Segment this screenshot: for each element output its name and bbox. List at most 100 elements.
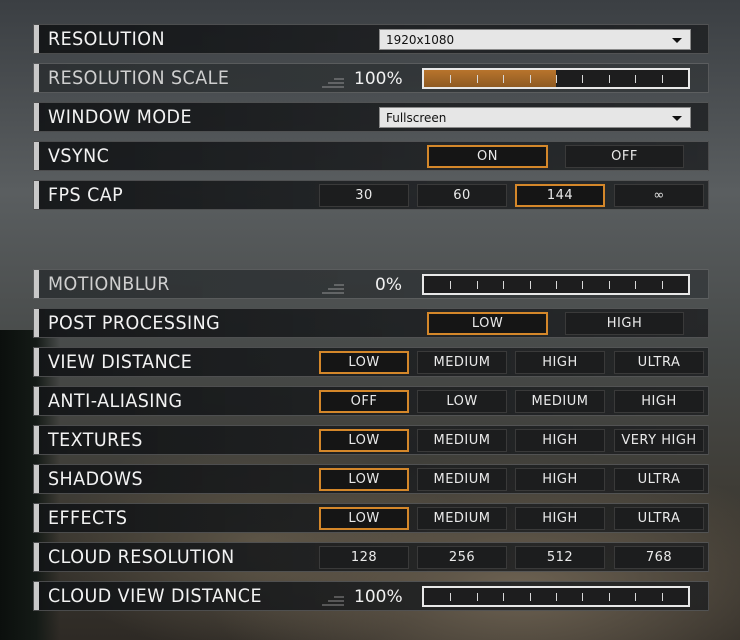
cloud-view-distance-value: 100%	[354, 587, 403, 607]
slider-tick	[450, 593, 452, 601]
effects-option-medium[interactable]: MEDIUM	[417, 507, 507, 530]
row-textures: TEXTURES LOW MEDIUM HIGH VERY HIGH	[33, 425, 709, 455]
bars-icon	[322, 592, 344, 606]
row-post-processing: POST PROCESSING LOW HIGH	[33, 308, 709, 338]
motion-blur-label: MOTIONBLUR	[48, 273, 170, 295]
window-mode-value: Fullscreen	[386, 111, 447, 125]
slider-tick	[503, 75, 505, 83]
post-processing-option-high[interactable]: HIGH	[565, 312, 684, 335]
textures-option-very-high[interactable]: VERY HIGH	[614, 429, 704, 452]
fps-option-144[interactable]: 144	[515, 184, 605, 207]
fps-option-unlimited[interactable]: ∞	[614, 184, 704, 207]
anti-aliasing-label: ANTI-ALIASING	[48, 390, 183, 412]
shadows-label: SHADOWS	[48, 468, 144, 490]
anti-aliasing-option-high[interactable]: HIGH	[614, 390, 704, 413]
chevron-down-icon	[672, 116, 682, 121]
resolution-scale-label: RESOLUTION SCALE	[48, 67, 230, 89]
slider-fill	[424, 70, 556, 87]
fps-cap-label: FPS CAP	[48, 184, 124, 206]
row-effects: EFFECTS LOW MEDIUM HIGH ULTRA	[33, 503, 709, 533]
view-distance-option-medium[interactable]: MEDIUM	[417, 351, 507, 374]
bars-icon	[322, 74, 344, 88]
effects-label: EFFECTS	[48, 507, 128, 529]
slider-tick	[582, 593, 584, 601]
slider-tick	[608, 75, 610, 83]
fps-option-60[interactable]: 60	[417, 184, 507, 207]
resolution-value: 1920x1080	[386, 33, 455, 47]
fps-option-30[interactable]: 30	[319, 184, 409, 207]
row-motion-blur: MOTIONBLUR 0%	[33, 269, 709, 299]
shadows-option-ultra[interactable]: ULTRA	[614, 468, 704, 491]
textures-option-low[interactable]: LOW	[319, 429, 409, 452]
cloud-resolution-label: CLOUD RESOLUTION	[48, 546, 235, 568]
row-cloud-resolution: CLOUD RESOLUTION 128 256 512 768	[33, 542, 709, 572]
vsync-option-on[interactable]: ON	[427, 145, 548, 168]
chevron-down-icon	[672, 38, 682, 43]
slider-tick	[556, 593, 557, 601]
motion-blur-value: 0%	[375, 275, 402, 295]
window-mode-dropdown[interactable]: Fullscreen	[379, 107, 691, 128]
slider-tick	[476, 75, 478, 83]
motion-blur-slider[interactable]	[422, 274, 690, 295]
slider-tick	[582, 281, 584, 289]
slider-tick	[635, 281, 637, 289]
row-shadows: SHADOWS LOW MEDIUM HIGH ULTRA	[33, 464, 709, 494]
effects-option-ultra[interactable]: ULTRA	[614, 507, 704, 530]
post-processing-label: POST PROCESSING	[48, 312, 221, 334]
cloud-resolution-option-128[interactable]: 128	[319, 546, 409, 569]
slider-tick	[476, 281, 478, 289]
effects-option-high[interactable]: HIGH	[515, 507, 605, 530]
slider-tick	[661, 281, 663, 289]
cloud-resolution-option-256[interactable]: 256	[417, 546, 507, 569]
resolution-scale-slider[interactable]	[422, 68, 690, 89]
row-view-distance: VIEW DISTANCE LOW MEDIUM HIGH ULTRA	[33, 347, 709, 377]
row-vsync: VSYNC ON OFF	[33, 141, 709, 171]
shadows-option-high[interactable]: HIGH	[515, 468, 605, 491]
anti-aliasing-option-medium[interactable]: MEDIUM	[515, 390, 605, 413]
slider-tick	[661, 75, 663, 83]
bars-icon	[322, 280, 344, 294]
vsync-label: VSYNC	[48, 145, 110, 167]
view-distance-option-low[interactable]: LOW	[319, 351, 409, 374]
effects-option-low[interactable]: LOW	[319, 507, 409, 530]
slider-tick	[556, 75, 557, 83]
slider-tick	[608, 593, 610, 601]
cloud-view-distance-slider[interactable]	[422, 586, 690, 607]
slider-tick	[450, 281, 452, 289]
row-fps-cap: FPS CAP 30 60 144 ∞	[33, 180, 709, 210]
view-distance-option-high[interactable]: HIGH	[515, 351, 605, 374]
textures-option-high[interactable]: HIGH	[515, 429, 605, 452]
slider-tick	[608, 281, 610, 289]
row-cloud-view-distance: CLOUD VIEW DISTANCE 100%	[33, 581, 709, 611]
row-window-mode: WINDOW MODE Fullscreen	[33, 102, 709, 132]
slider-tick	[635, 75, 637, 83]
slider-tick	[529, 75, 531, 83]
anti-aliasing-option-off[interactable]: OFF	[319, 390, 409, 413]
cloud-view-distance-label: CLOUD VIEW DISTANCE	[48, 585, 262, 607]
resolution-scale-value: 100%	[354, 69, 403, 89]
row-anti-aliasing: ANTI-ALIASING OFF LOW MEDIUM HIGH	[33, 386, 709, 416]
vsync-option-off[interactable]: OFF	[565, 145, 684, 168]
textures-label: TEXTURES	[48, 429, 143, 451]
row-resolution-scale: RESOLUTION SCALE 100%	[33, 63, 709, 93]
slider-tick	[476, 593, 478, 601]
slider-tick	[661, 593, 663, 601]
slider-tick	[635, 593, 637, 601]
slider-tick	[556, 281, 557, 289]
textures-option-medium[interactable]: MEDIUM	[417, 429, 507, 452]
view-distance-option-ultra[interactable]: ULTRA	[614, 351, 704, 374]
slider-tick	[503, 281, 505, 289]
slider-tick	[529, 281, 531, 289]
shadows-option-medium[interactable]: MEDIUM	[417, 468, 507, 491]
anti-aliasing-option-low[interactable]: LOW	[417, 390, 507, 413]
row-resolution: RESOLUTION 1920x1080	[33, 24, 709, 54]
window-mode-label: WINDOW MODE	[48, 106, 192, 128]
cloud-resolution-option-512[interactable]: 512	[515, 546, 605, 569]
resolution-label: RESOLUTION	[48, 28, 165, 50]
cloud-resolution-option-768[interactable]: 768	[614, 546, 704, 569]
slider-tick	[582, 75, 584, 83]
shadows-option-low[interactable]: LOW	[319, 468, 409, 491]
resolution-dropdown[interactable]: 1920x1080	[379, 29, 691, 50]
post-processing-option-low[interactable]: LOW	[427, 312, 548, 335]
slider-tick	[450, 75, 452, 83]
